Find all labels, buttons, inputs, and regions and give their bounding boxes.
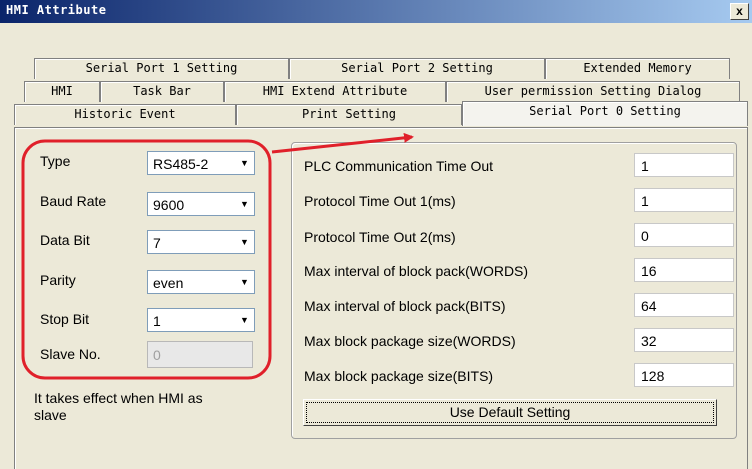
baud-rate-select[interactable]: 9600 ▼: [147, 192, 255, 216]
protocol-timeout-2-value: 0: [641, 228, 649, 244]
chevron-down-icon: ▼: [236, 153, 253, 173]
data-bit-value: 7: [153, 235, 161, 251]
protocol-timeout-2-input[interactable]: 0: [634, 223, 734, 247]
protocol-timeout-1-input[interactable]: 1: [634, 188, 734, 212]
chevron-down-icon: ▼: [236, 310, 253, 330]
tab-historic-event[interactable]: Historic Event: [14, 104, 236, 125]
stop-bit-value: 1: [153, 313, 161, 329]
chevron-down-icon: ▼: [236, 194, 253, 214]
max-package-bits-value: 128: [641, 368, 665, 384]
slave-no-value: 0: [153, 347, 161, 363]
protocol-timeout-2-label: Protocol Time Out 2(ms): [304, 229, 456, 245]
protocol-timeout-1-label: Protocol Time Out 1(ms): [304, 193, 456, 209]
stop-bit-label: Stop Bit: [40, 311, 90, 327]
use-default-setting-button[interactable]: Use Default Setting: [303, 399, 717, 426]
data-bit-select[interactable]: 7 ▼: [147, 230, 255, 254]
tab-label: User permission Setting Dialog: [484, 84, 702, 98]
max-interval-words-input[interactable]: 16: [634, 258, 734, 282]
protocol-groupbox: [291, 142, 737, 439]
baud-rate-value: 9600: [153, 197, 185, 213]
tab-task-bar[interactable]: Task Bar: [100, 81, 224, 102]
tab-label: Serial Port 2 Setting: [341, 61, 493, 75]
close-icon: x: [736, 4, 743, 18]
type-label: Type: [40, 153, 71, 169]
tab-label: Serial Port 1 Setting: [85, 61, 238, 75]
data-bit-label: Data Bit: [40, 232, 90, 248]
max-package-words-input[interactable]: 32: [634, 328, 734, 352]
max-package-words-value: 32: [641, 333, 657, 349]
tab-label: Extended Memory: [583, 61, 692, 75]
max-package-bits-label: Max block package size(BITS): [304, 368, 494, 384]
max-interval-bits-value: 64: [641, 298, 657, 314]
type-select[interactable]: RS485-2 ▼: [147, 151, 255, 175]
max-interval-words-value: 16: [641, 263, 657, 279]
parity-label: Parity: [40, 272, 76, 288]
tab-hmi[interactable]: HMI: [24, 81, 100, 102]
protocol-timeout-1-value: 1: [641, 193, 649, 209]
tab-label: Task Bar: [133, 84, 191, 98]
title-bar: HMI Attribute x: [0, 0, 752, 23]
max-package-words-label: Max block package size(WORDS): [304, 333, 516, 349]
slave-note: It takes effect when HMI as slave: [34, 390, 203, 423]
parity-select[interactable]: even ▼: [147, 270, 255, 294]
tab-label: Print Setting: [302, 107, 396, 121]
slave-no-label: Slave No.: [40, 346, 101, 362]
close-button[interactable]: x: [730, 3, 749, 20]
tab-extended-memory[interactable]: Extended Memory: [545, 58, 730, 79]
window-title: HMI Attribute: [6, 3, 107, 17]
max-interval-bits-input[interactable]: 64: [634, 293, 734, 317]
max-interval-words-label: Max interval of block pack(WORDS): [304, 263, 529, 279]
stop-bit-select[interactable]: 1 ▼: [147, 308, 255, 332]
type-value: RS485-2: [153, 156, 209, 172]
tab-serial-port-0[interactable]: Serial Port 0 Setting: [462, 101, 748, 126]
tab-print-setting[interactable]: Print Setting: [236, 104, 462, 125]
max-package-bits-input[interactable]: 128: [634, 363, 734, 387]
tab-label: HMI: [51, 84, 73, 98]
tab-label: Historic Event: [74, 107, 176, 121]
tab-hmi-extend-attribute[interactable]: HMI Extend Attribute: [224, 81, 446, 102]
tab-serial-port-1[interactable]: Serial Port 1 Setting: [34, 58, 289, 79]
plc-timeout-value: 1: [641, 158, 649, 174]
tab-label: HMI Extend Attribute: [262, 84, 408, 98]
plc-timeout-label: PLC Communication Time Out: [304, 158, 494, 174]
tab-user-permission[interactable]: User permission Setting Dialog: [446, 81, 740, 102]
chevron-down-icon: ▼: [236, 272, 253, 292]
tab-serial-port-2[interactable]: Serial Port 2 Setting: [289, 58, 545, 79]
tab-label: Serial Port 0 Setting: [529, 104, 681, 118]
max-interval-bits-label: Max interval of block pack(BITS): [304, 298, 506, 314]
plc-timeout-input[interactable]: 1: [634, 153, 734, 177]
baud-rate-label: Baud Rate: [40, 193, 107, 209]
use-default-setting-label: Use Default Setting: [306, 402, 714, 423]
parity-value: even: [153, 275, 184, 291]
chevron-down-icon: ▼: [236, 232, 253, 252]
slave-no-input: 0: [147, 341, 253, 368]
